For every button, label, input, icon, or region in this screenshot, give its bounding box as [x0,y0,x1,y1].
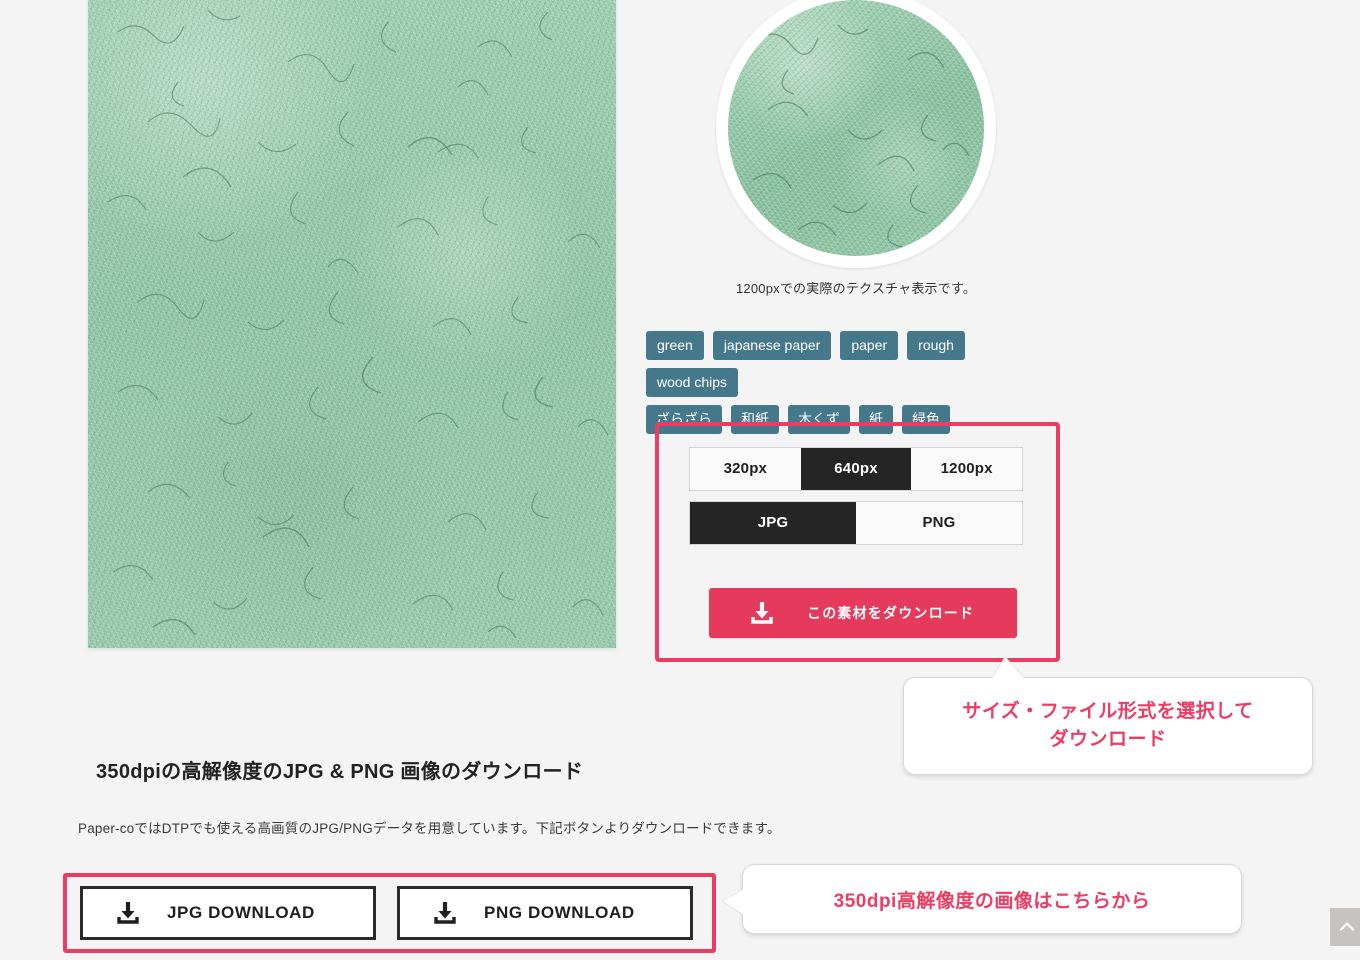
tag-chip[interactable]: wood chips [646,368,739,398]
tag-chip[interactable]: paper [840,331,899,361]
callout-line-2: ダウンロード [1049,729,1167,750]
png-download-label: PNG DOWNLOAD [484,903,635,922]
callout-selector-hint: サイズ・ファイル形式を選択して ダウンロード [903,677,1313,775]
tag-chip[interactable]: green [646,331,704,361]
callout-selector-hint-text: サイズ・ファイル形式を選択して ダウンロード [962,698,1253,753]
download-material-button[interactable]: この素材をダウンロード [709,588,1017,638]
format-option-png[interactable]: PNG [856,502,1022,544]
hires-section-description: Paper-coではDTPでも使える高画質のJPG/PNGデータを用意しています… [78,821,781,836]
preview-caption: 1200pxでの実際のテクスチャ表示です。 [735,281,977,296]
size-option-1200[interactable]: 1200px [911,448,1023,490]
texture-main-image [88,0,616,648]
download-material-label: この素材をダウンロード [807,605,975,621]
texture-fiber-overlay [88,0,616,648]
format-option-jpg[interactable]: JPG [690,502,856,544]
size-selector-group: 320px 640px 1200px [689,447,1023,491]
size-option-640[interactable]: 640px [800,448,912,490]
texture-circle-preview [716,0,996,268]
download-icon [749,601,775,625]
callout-hires-hint-text: 350dpi高解像度の画像はこちらから [833,890,1151,912]
callout-line-1: サイズ・ファイル形式を選択して [962,701,1254,723]
format-selector-group: JPG PNG [689,501,1023,545]
hires-section-title: 350dpiの高解像度のJPG & PNG 画像のダウンロード [96,761,584,783]
download-icon [432,901,458,925]
download-icon [115,901,141,925]
png-download-button[interactable]: PNG DOWNLOAD [397,886,693,940]
callout-hires-hint: 350dpi高解像度の画像はこちらから [742,864,1242,934]
hires-download-buttons: JPG DOWNLOAD PNG DOWNLOAD [80,886,693,940]
download-selector-panel: 320px 640px 1200px JPG PNG [689,447,1023,545]
chevron-up-icon [1339,918,1355,936]
jpg-download-button[interactable]: JPG DOWNLOAD [80,886,376,940]
tag-list: green japanese paper paper rough wood ch… [646,331,1066,435]
tag-chip[interactable]: rough [907,331,965,361]
scroll-to-top-button[interactable] [1330,908,1360,946]
jpg-download-label: JPG DOWNLOAD [167,903,315,922]
page-root: 1200pxでの実際のテクスチャ表示です。 green japanese pap… [0,0,1360,960]
size-option-320[interactable]: 320px [690,448,801,490]
tag-chip[interactable]: japanese paper [712,331,832,361]
texture-circle-image [728,0,984,256]
tag-row-english: green japanese paper paper rough wood ch… [646,331,1066,398]
